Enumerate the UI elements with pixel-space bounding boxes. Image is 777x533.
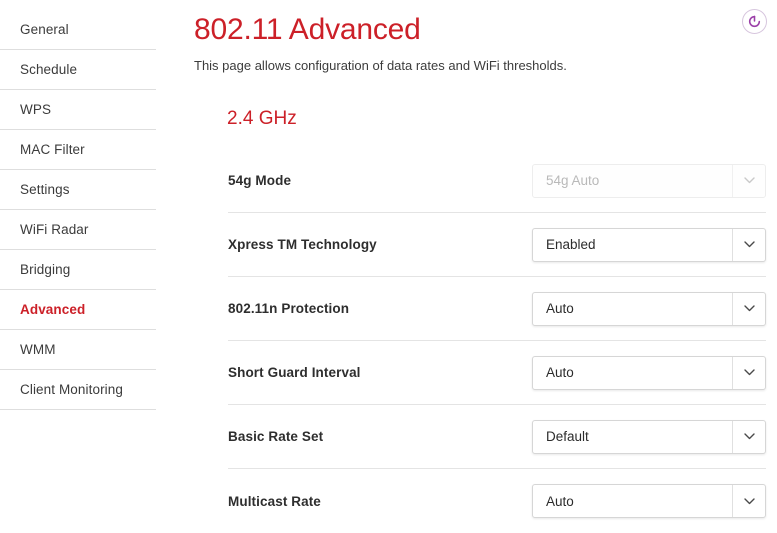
select-xpress-tm-technology[interactable]: Enabled — [532, 227, 766, 262]
chevron-down-icon[interactable] — [732, 485, 765, 517]
select-value-802-11n-protection: Auto — [546, 301, 574, 316]
sidebar-item-advanced[interactable]: Advanced — [0, 290, 156, 330]
refresh-icon[interactable] — [742, 9, 767, 34]
select-basic-rate-set[interactable]: Default — [532, 419, 766, 454]
row-label-basic-rate-set: Basic Rate Set — [228, 429, 324, 444]
table-row: 802.11n Protection Auto — [228, 277, 766, 341]
select-802-11n-protection[interactable]: Auto — [532, 291, 766, 326]
select-short-guard-interval[interactable]: Auto — [532, 355, 766, 390]
select-multicast-rate[interactable]: Auto — [532, 484, 766, 518]
sidebar-item-settings[interactable]: Settings — [0, 170, 156, 210]
sidebar-item-wifi-radar[interactable]: WiFi Radar — [0, 210, 156, 250]
table-row: Xpress TM Technology Enabled — [228, 213, 766, 277]
page-title: 802.11 Advanced — [194, 13, 421, 46]
row-label-54g-mode: 54g Mode — [228, 173, 292, 188]
table-row: Multicast Rate Auto — [228, 469, 766, 533]
row-label-multicast-rate: Multicast Rate — [228, 493, 321, 509]
page-root: General Schedule WPS MAC Filter Settings… — [0, 0, 777, 518]
sidebar-item-bridging[interactable]: Bridging — [0, 250, 156, 290]
page-description: This page allows configuration of data r… — [194, 58, 567, 73]
sidebar-item-mac-filter[interactable]: MAC Filter — [0, 130, 156, 170]
sidebar-item-wps[interactable]: WPS — [0, 90, 156, 130]
row-label-802-11n-protection: 802.11n Protection — [228, 301, 350, 316]
chevron-down-icon[interactable] — [732, 292, 765, 325]
sidebar-item-general[interactable]: General — [0, 10, 156, 50]
table-row: 54g Mode 54g Auto — [228, 149, 766, 213]
select-value-xpress-tm-technology: Enabled — [546, 237, 596, 252]
sidebar-item-wmm[interactable]: WMM — [0, 330, 156, 370]
row-label-xpress-tm-technology: Xpress TM Technology — [228, 237, 377, 252]
select-54g-mode: 54g Auto — [532, 163, 766, 198]
select-value-short-guard-interval: Auto — [546, 365, 574, 380]
chevron-down-icon[interactable] — [732, 228, 765, 261]
row-label-short-guard-interval: Short Guard Interval — [228, 365, 361, 380]
sidebar-item-schedule[interactable]: Schedule — [0, 50, 156, 90]
sidebar-nav: General Schedule WPS MAC Filter Settings… — [0, 0, 156, 518]
select-value-basic-rate-set: Default — [546, 429, 589, 444]
sidebar-item-client-monitoring[interactable]: Client Monitoring — [0, 370, 156, 410]
band-section-title: 2.4 GHz — [227, 108, 297, 129]
settings-form: 54g Mode 54g Auto Xpress TM Technology E… — [194, 132, 777, 533]
select-value-54g-mode: 54g Auto — [546, 173, 600, 188]
select-value-multicast-rate: Auto — [546, 493, 574, 509]
table-row: Short Guard Interval Auto — [228, 341, 766, 405]
chevron-down-icon — [732, 164, 765, 197]
chevron-down-icon[interactable] — [732, 420, 765, 453]
chevron-down-icon[interactable] — [732, 356, 765, 389]
table-row: Basic Rate Set Default — [228, 405, 766, 469]
content-area: 802.11 Advanced This page allows configu… — [156, 0, 777, 518]
